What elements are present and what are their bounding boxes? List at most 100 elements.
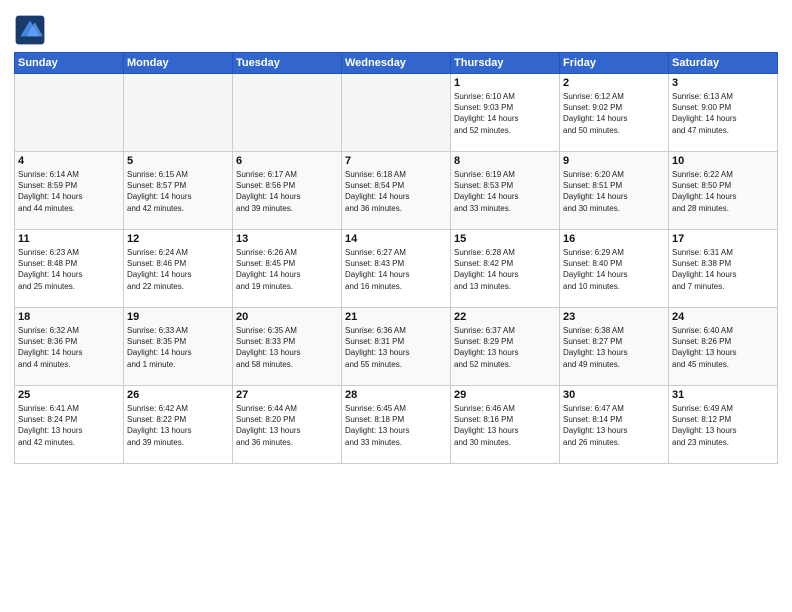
calendar-table: SundayMondayTuesdayWednesdayThursdayFrid… <box>14 52 778 464</box>
day-header-thursday: Thursday <box>451 53 560 74</box>
calendar-cell: 17 Sunrise: 6:31 AM Sunset: 8:38 PM Dayli… <box>669 230 778 308</box>
calendar-cell: 10 Sunrise: 6:22 AM Sunset: 8:50 PM Dayli… <box>669 152 778 230</box>
calendar-cell: 7 Sunrise: 6:18 AM Sunset: 8:54 PM Daylig… <box>342 152 451 230</box>
day-number: 21 <box>345 311 447 323</box>
day-number: 2 <box>563 77 665 89</box>
day-header-wednesday: Wednesday <box>342 53 451 74</box>
page-container: SundayMondayTuesdayWednesdayThursdayFrid… <box>0 0 792 474</box>
day-info: Sunrise: 6:17 AM Sunset: 8:56 PM Dayligh… <box>236 169 338 214</box>
week-row-1: 1 Sunrise: 6:10 AM Sunset: 9:03 PM Daylig… <box>15 74 778 152</box>
calendar-cell: 21 Sunrise: 6:36 AM Sunset: 8:31 PM Dayli… <box>342 308 451 386</box>
calendar-cell <box>124 74 233 152</box>
day-number: 13 <box>236 233 338 245</box>
day-number: 17 <box>672 233 774 245</box>
logo <box>14 14 50 46</box>
day-number: 6 <box>236 155 338 167</box>
day-number: 28 <box>345 389 447 401</box>
calendar-cell: 13Sunrise: 6:26 AM Sunset: 8:45 PM Dayli… <box>233 230 342 308</box>
calendar-cell: 5 Sunrise: 6:15 AM Sunset: 8:57 PM Daylig… <box>124 152 233 230</box>
calendar-cell: 27Sunrise: 6:44 AM Sunset: 8:20 PM Dayli… <box>233 386 342 464</box>
day-header-friday: Friday <box>560 53 669 74</box>
day-info: Sunrise: 6:14 AM Sunset: 8:59 PM Dayligh… <box>18 169 120 214</box>
calendar-cell: 20 Sunrise: 6:35 AM Sunset: 8:33 PM Dayli… <box>233 308 342 386</box>
calendar-cell: 6 Sunrise: 6:17 AM Sunset: 8:56 PM Daylig… <box>233 152 342 230</box>
days-row: SundayMondayTuesdayWednesdayThursdayFrid… <box>15 53 778 74</box>
day-number: 29 <box>454 389 556 401</box>
calendar-cell: 4 Sunrise: 6:14 AM Sunset: 8:59 PM Daylig… <box>15 152 124 230</box>
calendar-cell <box>342 74 451 152</box>
calendar-cell: 1 Sunrise: 6:10 AM Sunset: 9:03 PM Daylig… <box>451 74 560 152</box>
calendar-cell <box>233 74 342 152</box>
day-number: 1 <box>454 77 556 89</box>
day-header-tuesday: Tuesday <box>233 53 342 74</box>
calendar-cell: 29Sunrise: 6:46 AM Sunset: 8:16 PM Dayli… <box>451 386 560 464</box>
day-info: Sunrise: 6:15 AM Sunset: 8:57 PM Dayligh… <box>127 169 229 214</box>
day-info: Sunrise: 6:28 AM Sunset: 8:42 PM Dayligh… <box>454 247 556 292</box>
day-number: 8 <box>454 155 556 167</box>
day-info: Sunrise: 6:10 AM Sunset: 9:03 PM Dayligh… <box>454 91 556 136</box>
day-number: 30 <box>563 389 665 401</box>
calendar-cell: 22 Sunrise: 6:37 AM Sunset: 8:29 PM Dayli… <box>451 308 560 386</box>
day-info: Sunrise: 6:49 AM Sunset: 8:12 PM Dayligh… <box>672 403 774 448</box>
calendar-header: SundayMondayTuesdayWednesdayThursdayFrid… <box>15 53 778 74</box>
calendar-cell: 23 Sunrise: 6:38 AM Sunset: 8:27 PM Dayli… <box>560 308 669 386</box>
calendar-cell: 24 Sunrise: 6:40 AM Sunset: 8:26 PM Dayli… <box>669 308 778 386</box>
day-info: Sunrise: 6:36 AM Sunset: 8:31 PM Dayligh… <box>345 325 447 370</box>
day-number: 5 <box>127 155 229 167</box>
day-number: 11 <box>18 233 120 245</box>
day-info: Sunrise: 6:41 AM Sunset: 8:24 PM Dayligh… <box>18 403 120 448</box>
calendar-cell: 16 Sunrise: 6:29 AM Sunset: 8:40 PM Dayli… <box>560 230 669 308</box>
calendar-cell: 31Sunrise: 6:49 AM Sunset: 8:12 PM Dayli… <box>669 386 778 464</box>
calendar-cell: 25 Sunrise: 6:41 AM Sunset: 8:24 PM Dayli… <box>15 386 124 464</box>
day-number: 23 <box>563 311 665 323</box>
day-number: 20 <box>236 311 338 323</box>
header <box>14 10 778 46</box>
day-info: Sunrise: 6:19 AM Sunset: 8:53 PM Dayligh… <box>454 169 556 214</box>
day-info: Sunrise: 6:24 AM Sunset: 8:46 PM Dayligh… <box>127 247 229 292</box>
day-info: Sunrise: 6:22 AM Sunset: 8:50 PM Dayligh… <box>672 169 774 214</box>
day-info: Sunrise: 6:29 AM Sunset: 8:40 PM Dayligh… <box>563 247 665 292</box>
day-header-monday: Monday <box>124 53 233 74</box>
day-info: Sunrise: 6:35 AM Sunset: 8:33 PM Dayligh… <box>236 325 338 370</box>
calendar-cell: 2 Sunrise: 6:12 AM Sunset: 9:02 PM Daylig… <box>560 74 669 152</box>
week-row-2: 4 Sunrise: 6:14 AM Sunset: 8:59 PM Daylig… <box>15 152 778 230</box>
calendar-cell: 3Sunrise: 6:13 AM Sunset: 9:00 PM Daylig… <box>669 74 778 152</box>
day-info: Sunrise: 6:47 AM Sunset: 8:14 PM Dayligh… <box>563 403 665 448</box>
calendar-body: 1 Sunrise: 6:10 AM Sunset: 9:03 PM Daylig… <box>15 74 778 464</box>
day-info: Sunrise: 6:23 AM Sunset: 8:48 PM Dayligh… <box>18 247 120 292</box>
calendar-cell: 30 Sunrise: 6:47 AM Sunset: 8:14 PM Dayli… <box>560 386 669 464</box>
day-number: 25 <box>18 389 120 401</box>
calendar-cell: 28 Sunrise: 6:45 AM Sunset: 8:18 PM Dayli… <box>342 386 451 464</box>
day-info: Sunrise: 6:33 AM Sunset: 8:35 PM Dayligh… <box>127 325 229 370</box>
day-number: 4 <box>18 155 120 167</box>
day-number: 16 <box>563 233 665 245</box>
day-number: 15 <box>454 233 556 245</box>
day-info: Sunrise: 6:13 AM Sunset: 9:00 PM Dayligh… <box>672 91 774 136</box>
day-info: Sunrise: 6:40 AM Sunset: 8:26 PM Dayligh… <box>672 325 774 370</box>
day-info: Sunrise: 6:18 AM Sunset: 8:54 PM Dayligh… <box>345 169 447 214</box>
day-number: 22 <box>454 311 556 323</box>
day-info: Sunrise: 6:12 AM Sunset: 9:02 PM Dayligh… <box>563 91 665 136</box>
calendar-cell <box>15 74 124 152</box>
day-number: 14 <box>345 233 447 245</box>
day-info: Sunrise: 6:38 AM Sunset: 8:27 PM Dayligh… <box>563 325 665 370</box>
day-number: 10 <box>672 155 774 167</box>
calendar-cell: 9Sunrise: 6:20 AM Sunset: 8:51 PM Daylig… <box>560 152 669 230</box>
day-number: 7 <box>345 155 447 167</box>
day-header-saturday: Saturday <box>669 53 778 74</box>
day-info: Sunrise: 6:45 AM Sunset: 8:18 PM Dayligh… <box>345 403 447 448</box>
day-number: 26 <box>127 389 229 401</box>
calendar-cell: 14 Sunrise: 6:27 AM Sunset: 8:43 PM Dayli… <box>342 230 451 308</box>
day-info: Sunrise: 6:27 AM Sunset: 8:43 PM Dayligh… <box>345 247 447 292</box>
day-number: 24 <box>672 311 774 323</box>
calendar-cell: 8 Sunrise: 6:19 AM Sunset: 8:53 PM Daylig… <box>451 152 560 230</box>
calendar-cell: 12Sunrise: 6:24 AM Sunset: 8:46 PM Dayli… <box>124 230 233 308</box>
day-info: Sunrise: 6:42 AM Sunset: 8:22 PM Dayligh… <box>127 403 229 448</box>
day-number: 19 <box>127 311 229 323</box>
day-info: Sunrise: 6:31 AM Sunset: 8:38 PM Dayligh… <box>672 247 774 292</box>
day-info: Sunrise: 6:37 AM Sunset: 8:29 PM Dayligh… <box>454 325 556 370</box>
day-number: 27 <box>236 389 338 401</box>
logo-icon <box>14 14 46 46</box>
week-row-5: 25 Sunrise: 6:41 AM Sunset: 8:24 PM Dayli… <box>15 386 778 464</box>
calendar-cell: 15 Sunrise: 6:28 AM Sunset: 8:42 PM Dayli… <box>451 230 560 308</box>
